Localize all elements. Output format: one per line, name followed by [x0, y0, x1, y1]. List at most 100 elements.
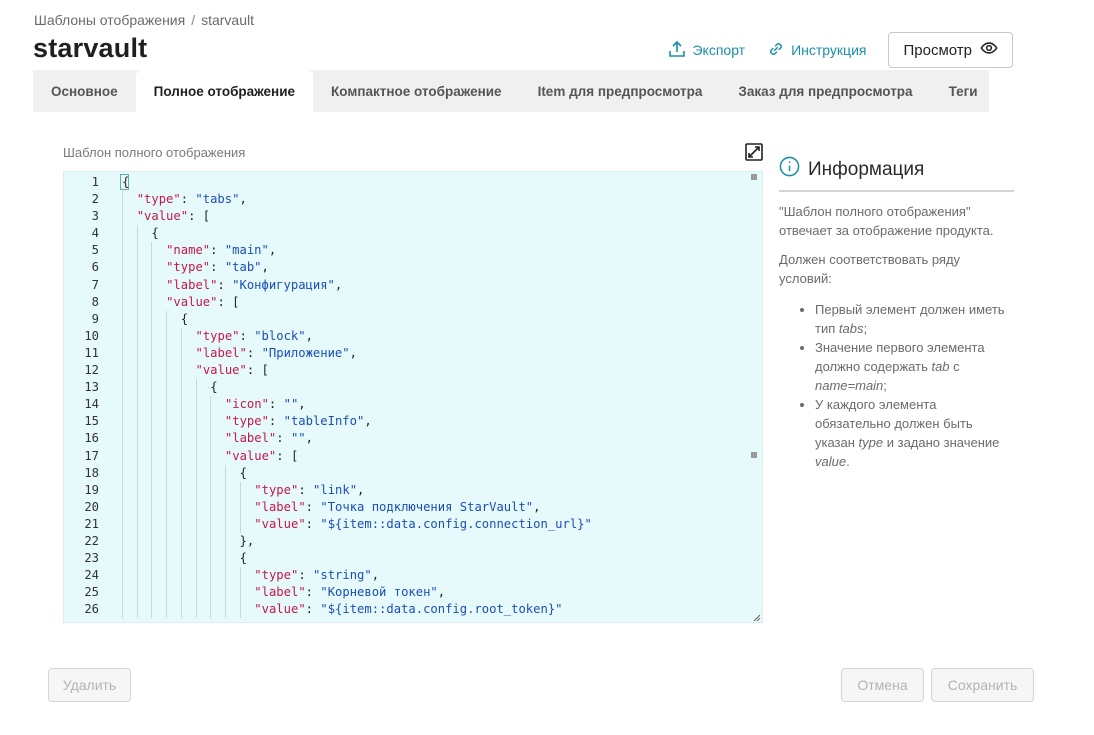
code-line: 8 "value": [ [64, 293, 762, 311]
json-punctuation: : [210, 243, 225, 258]
indent-guide [195, 498, 197, 516]
json-string: "block" [254, 328, 306, 343]
code-line: 22}, [64, 532, 762, 551]
export-link[interactable]: Экспорт [668, 32, 745, 68]
indent-guide [180, 413, 182, 431]
code-text: "value": [ [225, 448, 298, 465]
indent-guide [151, 601, 153, 619]
line-number: 21 [84, 516, 99, 531]
code-line: 5 "name": "main", [64, 242, 762, 260]
code-line: 24 "type": "string", [64, 567, 762, 585]
json-punctuation: : [ [217, 294, 240, 309]
json-punctuation: : [210, 260, 225, 275]
json-punctuation: , [533, 499, 541, 514]
indent-guide [151, 584, 153, 602]
indent-guide [224, 515, 226, 533]
indent-guide [180, 430, 182, 448]
tab-bar: Основное Полное отображение Компактное ото… [33, 70, 989, 112]
indent-guide [122, 430, 123, 448]
scrollbar-thumb[interactable] [751, 452, 757, 458]
indent-guide [151, 242, 153, 260]
indent-guide [239, 584, 241, 602]
instructions-link[interactable]: Инструкция [767, 32, 866, 68]
indent-guide [122, 481, 123, 499]
json-key: "value" [254, 516, 306, 531]
expand-icon[interactable] [745, 143, 763, 161]
cancel-button[interactable]: Отмена [841, 668, 924, 702]
indent-guide [210, 515, 212, 533]
tab-0[interactable]: Основное [33, 70, 136, 112]
breadcrumb-parent[interactable]: Шаблоны отображения [34, 12, 185, 28]
indent-guide [210, 396, 212, 414]
indent-guide [166, 567, 168, 585]
indent-guide [122, 276, 123, 294]
code-text: "value": [ [166, 294, 239, 311]
line-number: 5 [91, 243, 99, 258]
tab-4[interactable]: Заказ для предпросмотра [720, 70, 930, 112]
indent-guide [151, 396, 153, 414]
indent-guide [122, 379, 123, 397]
indent-guide [166, 447, 168, 465]
indent-guide [166, 396, 168, 414]
code-line: 17 "value": [ [64, 447, 762, 465]
indent-guide [136, 447, 138, 465]
code-line: 12 "value": [ [64, 362, 762, 380]
json-punctuation: : [ [246, 363, 269, 378]
code-text: "type": "link", [254, 482, 364, 499]
json-punctuation: , [371, 568, 380, 583]
indent-guide [166, 362, 168, 380]
delete-button[interactable]: Удалить [48, 668, 131, 702]
indent-guide [122, 259, 123, 277]
indent-guide [239, 567, 241, 585]
scrollbar-top[interactable] [751, 174, 757, 180]
json-key: "type" [254, 482, 299, 497]
indent-guide [166, 498, 168, 516]
indent-guide [122, 362, 123, 380]
indent-guide [195, 481, 197, 499]
resize-handle[interactable] [751, 611, 761, 622]
code-line: 9{ [64, 310, 762, 328]
code-text: "value": "${item::data.config.connection… [254, 516, 592, 533]
indent-guide [136, 464, 138, 482]
code-text: "value": "${item::data.config.root_token… [254, 601, 562, 618]
indent-guide [224, 550, 226, 568]
save-button[interactable]: Сохранить [931, 668, 1034, 702]
json-key: "value" [195, 363, 247, 378]
indent-guide [210, 532, 212, 551]
indent-guide [136, 430, 138, 448]
tab-5[interactable]: Теги [931, 70, 996, 112]
indent-guide [166, 481, 168, 499]
indent-guide [122, 225, 123, 243]
code-editor[interactable]: 1{2 "type": "tabs", 3 "value": [4{5 "name": … [63, 171, 763, 623]
indent-guide [180, 567, 182, 585]
json-string: "Точка подключения StarVault" [320, 499, 534, 514]
preview-button[interactable]: Просмотр [888, 32, 1013, 68]
line-number: 3 [91, 209, 99, 224]
indent-guide [195, 601, 197, 619]
tab-1[interactable]: Полное отображение [135, 70, 314, 112]
tab-3[interactable]: Item для предпросмотра [520, 70, 721, 112]
indent-guide [239, 498, 241, 516]
indent-guide [151, 515, 153, 533]
breadcrumb-current: starvault [201, 12, 255, 28]
json-punctuation: : [ [276, 448, 299, 463]
json-key: "icon" [224, 397, 269, 412]
indent-guide [136, 225, 138, 243]
line-number: 25 [84, 585, 99, 600]
indent-guide [239, 515, 241, 533]
indent-guide [195, 430, 197, 448]
indent-guide [210, 447, 212, 465]
indent-guide [136, 550, 138, 568]
code-line: 6 "type": "tab", [64, 259, 762, 277]
code-text: "name": "main", [166, 242, 276, 259]
indent-guide [180, 396, 182, 414]
tab-2[interactable]: Компактное отображение [313, 70, 520, 112]
indent-guide [180, 344, 182, 363]
code-line: 3 "value": [ [64, 208, 762, 226]
breadcrumb-separator: / [191, 12, 196, 28]
info-panel: Информация "Шаблон полного отображения" … [779, 156, 1014, 471]
json-string: "${item::data.config.root_token}" [320, 602, 563, 617]
json-punctuation: : [217, 277, 233, 292]
json-string: "Приложение" [261, 345, 350, 360]
code-text: "label": "Точка подключения StarVault", [254, 499, 540, 516]
